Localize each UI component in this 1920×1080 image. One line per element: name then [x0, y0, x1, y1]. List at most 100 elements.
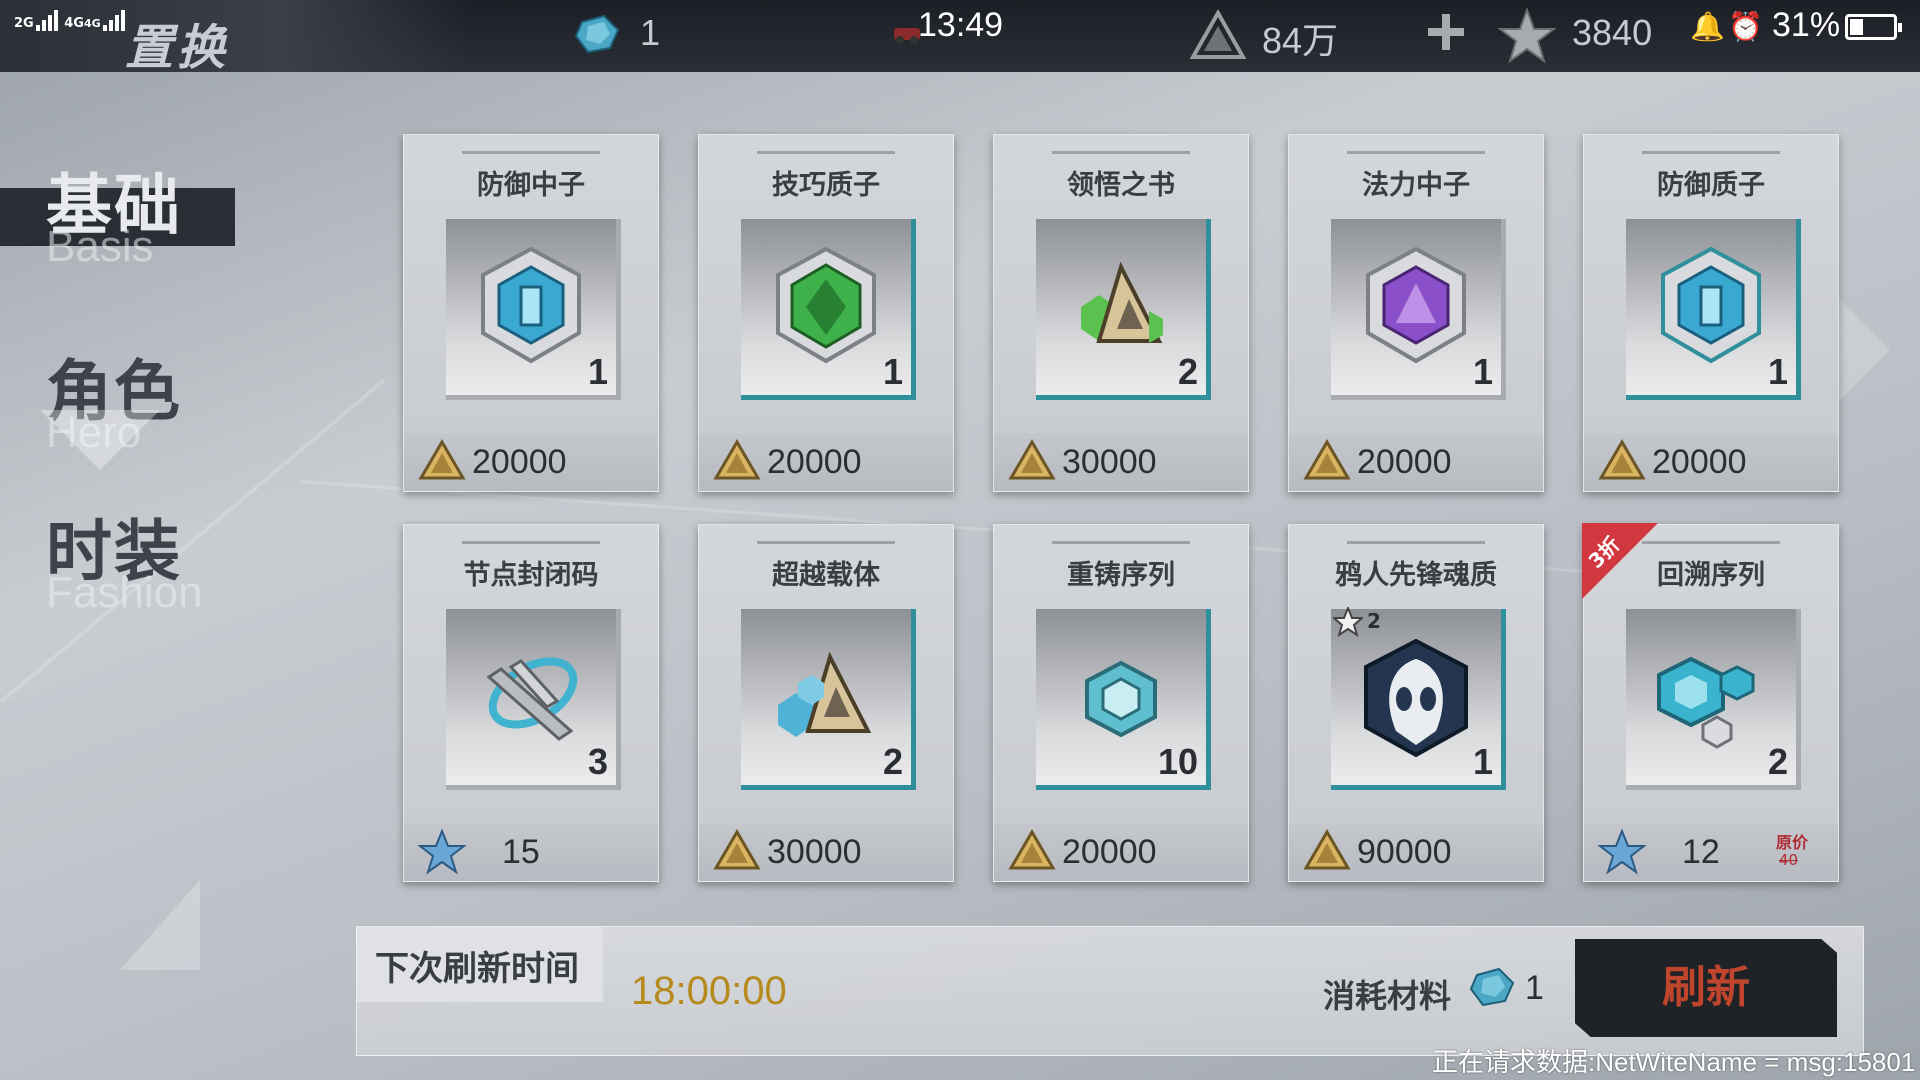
item-icon-frame: 2	[741, 609, 916, 790]
item-price: 20000	[1062, 833, 1157, 871]
item-quantity: 1	[1767, 351, 1788, 392]
divider	[1052, 151, 1190, 154]
item-icon-frame: 2	[1036, 219, 1211, 400]
alarm-clock-icon: ⏰	[1728, 10, 1763, 43]
item-quantity: 1	[1472, 741, 1493, 782]
material-count: 1	[640, 12, 661, 53]
star-amount: 3840	[1572, 12, 1653, 53]
item-name: 法力中子	[1362, 170, 1470, 201]
add-currency-button[interactable]	[1426, 12, 1466, 52]
item-name: 防御质子	[1657, 170, 1765, 201]
material-crystal-icon	[1469, 967, 1515, 1007]
background-shard	[120, 880, 200, 970]
transcend-carrier-icon	[778, 651, 872, 737]
price-bar: 90000	[1289, 823, 1543, 881]
price-bar: 20000	[404, 433, 658, 491]
gold-currency-icon	[713, 829, 761, 870]
price-bar: 20000	[994, 823, 1248, 881]
divider	[1642, 151, 1780, 154]
network-label-4g: 4G	[64, 16, 84, 31]
item-quantity: 1	[1472, 351, 1493, 392]
gold-currency-icon	[418, 439, 466, 480]
crow-vanguard-soul-icon	[1364, 638, 1468, 758]
divider	[462, 151, 600, 154]
item-icon-frame: 1	[446, 219, 621, 400]
item-icon-frame: 10	[1036, 609, 1211, 790]
item-name: 防御中子	[477, 170, 585, 201]
cost-material-quantity: 1	[1525, 969, 1544, 1007]
page-title: 置换	[125, 20, 230, 76]
network-status-message: 正在请求数据:NetWiteName = msg:15801	[1432, 1047, 1916, 1077]
node-seal-code-icon	[486, 657, 578, 741]
clock-time: 13:49	[918, 6, 1004, 44]
gold-currency-icon	[1008, 439, 1056, 480]
bell-icon: 🔔	[1690, 10, 1725, 43]
item-quantity: 1	[587, 351, 608, 392]
gold-amount: 84万	[1262, 20, 1339, 61]
shop-item-card[interactable]: 3折 回溯序列 2 12 原价 40	[1582, 523, 1839, 882]
shop-item-card[interactable]: 节点封闭码 3 15	[403, 524, 659, 882]
divider	[1347, 541, 1485, 544]
shop-item-card[interactable]: 领悟之书 2 30000	[993, 134, 1249, 492]
item-name: 技巧质子	[772, 170, 880, 201]
item-icon-frame: 1	[1626, 219, 1801, 400]
retrace-sequence-icon	[1657, 656, 1755, 749]
sidebar-item-fashion[interactable]: 时装 Fashion	[46, 498, 203, 618]
item-icon-frame: 2	[1626, 609, 1801, 790]
next-refresh-time: 18:00:00	[631, 969, 787, 1013]
item-name: 领悟之书	[1067, 170, 1175, 201]
refresh-button[interactable]: 刷新	[1575, 939, 1837, 1037]
signal-bars-icon	[35, 10, 60, 31]
price-bar: 30000	[994, 433, 1248, 491]
defense-neutron-icon	[481, 246, 581, 364]
item-name: 节点封闭码	[463, 560, 599, 591]
item-icon-frame: 1	[741, 219, 916, 400]
divider	[1052, 541, 1190, 544]
next-refresh-label: 下次刷新时间	[375, 949, 579, 989]
item-name: 重铸序列	[1067, 560, 1175, 591]
battery-icon	[1845, 14, 1902, 40]
refresh-label-box: 下次刷新时间	[357, 927, 603, 1002]
item-price: 12	[1682, 833, 1720, 871]
original-price: 40	[1778, 851, 1798, 869]
shop-item-card[interactable]: 防御中子 1 20000	[403, 134, 659, 492]
shop-item-card[interactable]: 超越载体 2 30000	[698, 524, 954, 882]
mana-neutron-icon	[1366, 246, 1466, 364]
star-currency-icon	[418, 829, 466, 875]
shop-item-card[interactable]: 法力中子 1 20000	[1288, 134, 1544, 492]
gold-currency-icon	[713, 439, 761, 480]
item-quantity: 1	[882, 351, 903, 392]
shop-item-card[interactable]: 鸦人先锋魂质 1 2 90000	[1288, 524, 1544, 882]
sidebar-item-sublabel: Fashion	[46, 568, 203, 617]
item-quantity: 3	[587, 741, 608, 782]
divider	[462, 541, 600, 544]
price-bar: 15	[404, 823, 658, 881]
star-level-icon	[1333, 607, 1363, 637]
shop-item-card[interactable]: 防御质子 1 20000	[1583, 134, 1839, 492]
gold-currency-icon	[1303, 439, 1351, 480]
shop-item-card[interactable]: 重铸序列 10 20000	[993, 524, 1249, 882]
item-name: 回溯序列	[1657, 560, 1765, 591]
battery-fill	[1850, 19, 1863, 35]
sidebar-indicator-arrow	[40, 410, 160, 470]
sidebar-item-basis[interactable]: 基础 Basis	[46, 152, 182, 272]
price-bar: 20000	[1584, 433, 1838, 491]
item-name: 超越载体	[772, 560, 880, 591]
item-price: 20000	[1357, 443, 1452, 481]
item-price: 30000	[1062, 443, 1157, 481]
skill-proton-icon	[776, 246, 876, 364]
original-price-label: 原价	[1775, 833, 1808, 852]
network-label-4g-secondary: 4G	[83, 17, 101, 30]
shop-item-card[interactable]: 技巧质子 1 20000	[698, 134, 954, 492]
gold-currency-icon	[1598, 439, 1646, 480]
item-icon-frame: 3	[446, 609, 621, 790]
refresh-panel: 下次刷新时间 18:00:00 消耗材料 1 刷新	[356, 926, 1864, 1056]
item-price: 15	[502, 833, 540, 871]
signal-indicator: 2G 4G4G	[14, 10, 127, 31]
divider	[757, 151, 895, 154]
item-quantity: 10	[1157, 741, 1198, 782]
price-bar: 20000	[1289, 433, 1543, 491]
price-bar: 12 原价 40	[1584, 823, 1838, 881]
gold-currency-icon	[1008, 829, 1056, 870]
defense-proton-icon	[1661, 246, 1761, 364]
